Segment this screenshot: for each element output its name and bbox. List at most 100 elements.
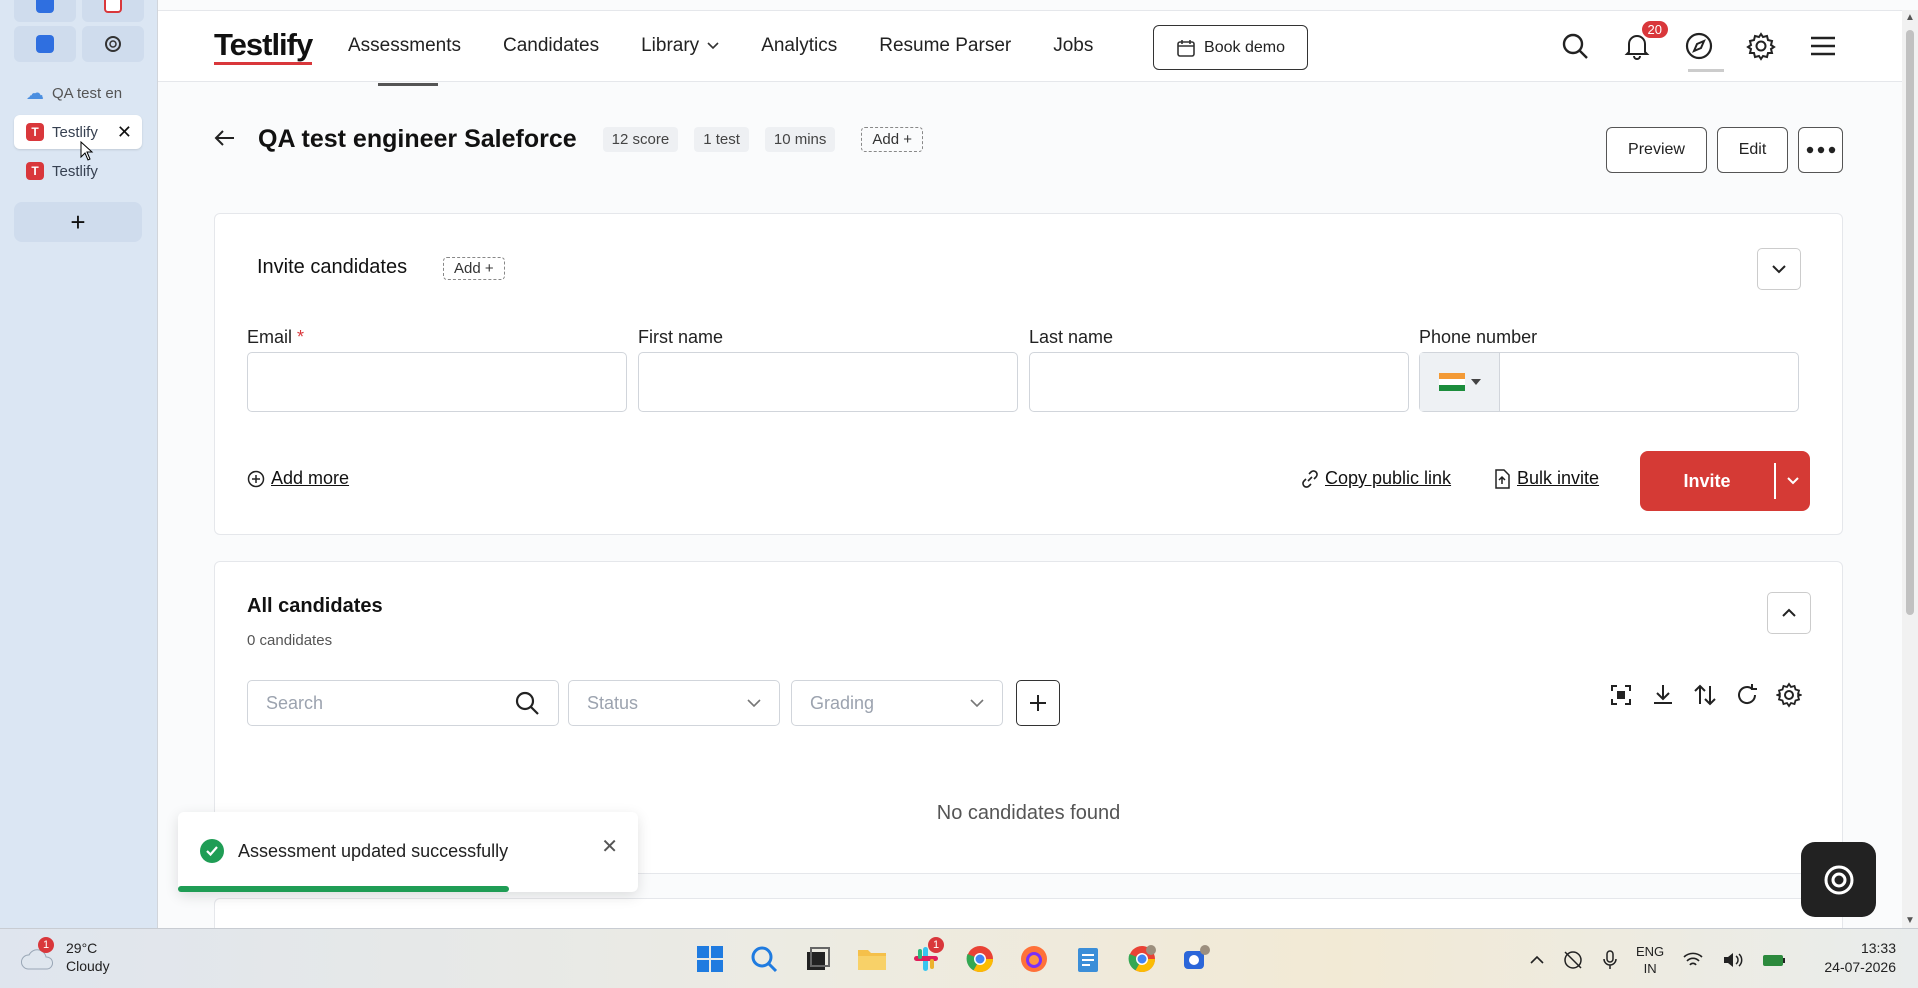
clock[interactable]: 13:33 24-07-2026 bbox=[1824, 939, 1896, 977]
chatgpt-icon bbox=[105, 36, 121, 52]
testlify-favicon-icon: T bbox=[26, 123, 44, 141]
nav-jobs[interactable]: Jobs bbox=[1053, 35, 1093, 57]
first-name-field[interactable] bbox=[638, 352, 1018, 412]
preview-button[interactable]: Preview bbox=[1606, 127, 1707, 173]
testlify-logo[interactable]: Testlify bbox=[214, 27, 313, 65]
success-toast: Assessment updated successfully ✕ bbox=[178, 812, 638, 892]
browser-tab-qa-test[interactable]: ☁ QA test en bbox=[14, 76, 142, 110]
edit-button[interactable]: Edit bbox=[1717, 127, 1788, 173]
expand-icon[interactable] bbox=[1608, 682, 1634, 708]
invite-button[interactable]: Invite bbox=[1640, 451, 1810, 511]
browser-tab-testlify[interactable]: T Testlify bbox=[14, 154, 142, 188]
collapse-candidates-button[interactable] bbox=[1767, 592, 1811, 634]
menu-button[interactable] bbox=[1806, 29, 1840, 63]
firefox-app[interactable] bbox=[1014, 939, 1054, 979]
chrome-profile-app[interactable] bbox=[1122, 939, 1162, 979]
collapse-invite-button[interactable] bbox=[1757, 248, 1801, 290]
more-options-button[interactable] bbox=[1798, 127, 1843, 173]
start-button[interactable] bbox=[690, 939, 730, 979]
add-more-label: Add more bbox=[271, 468, 350, 488]
add-filter-button[interactable] bbox=[1016, 680, 1060, 726]
search-placeholder: Search bbox=[266, 692, 324, 713]
pinned-tabs-row-1 bbox=[14, 0, 144, 22]
system-tray: ENG IN bbox=[1530, 943, 1786, 977]
battery-icon[interactable] bbox=[1762, 952, 1786, 968]
status-select[interactable]: Status bbox=[568, 680, 780, 726]
phone-field[interactable] bbox=[1419, 352, 1799, 412]
notepad-app[interactable] bbox=[1068, 939, 1108, 979]
gear-icon[interactable] bbox=[1776, 682, 1802, 708]
lang-bottom: IN bbox=[1643, 961, 1657, 976]
nav-analytics[interactable]: Analytics bbox=[761, 35, 837, 57]
more-horizontal-icon bbox=[1806, 146, 1835, 154]
file-explorer[interactable] bbox=[852, 939, 892, 979]
status-placeholder: Status bbox=[587, 692, 639, 713]
weather-widget[interactable]: 1 29°C Cloudy bbox=[20, 937, 110, 975]
pinned-tab-jira[interactable] bbox=[14, 0, 76, 22]
nav-assessments[interactable]: Assessments bbox=[348, 35, 461, 57]
taskbar-search[interactable] bbox=[744, 939, 784, 979]
calendar-icon bbox=[1177, 39, 1195, 57]
copy-public-link[interactable]: Copy public link bbox=[1301, 468, 1451, 489]
pinned-tab-gmail[interactable] bbox=[82, 0, 144, 22]
wifi-icon[interactable] bbox=[1682, 951, 1704, 969]
slack-app[interactable]: 1 bbox=[906, 937, 946, 979]
settings-button[interactable] bbox=[1744, 29, 1778, 63]
speaker-icon[interactable] bbox=[1722, 951, 1744, 969]
sort-icon[interactable] bbox=[1692, 682, 1718, 708]
close-tab-icon[interactable]: ✕ bbox=[117, 122, 132, 143]
scroll-thumb[interactable] bbox=[1906, 30, 1914, 615]
search-button[interactable] bbox=[1558, 29, 1592, 63]
page-scrollbar[interactable]: ▲ ▼ bbox=[1902, 10, 1918, 928]
candidate-table-tools bbox=[1608, 682, 1802, 708]
download-icon[interactable] bbox=[1650, 682, 1676, 708]
scroll-down-arrow-icon[interactable]: ▼ bbox=[1905, 915, 1915, 926]
new-tab-button[interactable]: + bbox=[14, 202, 142, 242]
explore-button[interactable] bbox=[1682, 29, 1716, 63]
help-chat-button[interactable] bbox=[1801, 842, 1876, 917]
book-demo-button[interactable]: Book demo bbox=[1153, 25, 1308, 70]
add-tag-button[interactable]: Add + bbox=[861, 127, 924, 152]
chrome-app[interactable] bbox=[960, 939, 1000, 979]
network-off-icon[interactable] bbox=[1562, 949, 1584, 971]
refresh-icon[interactable] bbox=[1734, 682, 1760, 708]
notifications-button[interactable]: 20 bbox=[1620, 21, 1668, 63]
copy-public-link-label: Copy public link bbox=[1325, 468, 1452, 488]
grading-select[interactable]: Grading bbox=[791, 680, 1003, 726]
back-arrow-icon[interactable] bbox=[214, 127, 236, 153]
nav-resume-parser[interactable]: Resume Parser bbox=[879, 35, 1011, 57]
microphone-icon[interactable] bbox=[1602, 949, 1618, 971]
pinned-tab-chatgpt[interactable] bbox=[82, 26, 144, 62]
add-more-link[interactable]: Add more bbox=[247, 468, 349, 489]
task-view[interactable] bbox=[798, 939, 838, 979]
jira-icon bbox=[36, 0, 54, 13]
teams-app[interactable] bbox=[1176, 939, 1216, 979]
language-indicator[interactable]: ENG IN bbox=[1636, 943, 1664, 977]
firefox-icon bbox=[1021, 946, 1047, 972]
invite-dropdown-toggle[interactable] bbox=[1774, 463, 1810, 499]
nav-library[interactable]: Library bbox=[641, 35, 719, 57]
windows-taskbar: 1 29°C Cloudy 1 ENG IN 13:33 24-07-2026 bbox=[0, 928, 1918, 988]
help-lifebuoy-icon bbox=[1824, 865, 1853, 894]
first-name-label: First name bbox=[638, 327, 724, 347]
bulk-invite-link[interactable]: Bulk invite bbox=[1493, 468, 1599, 489]
nav-candidates[interactable]: Candidates bbox=[503, 35, 599, 57]
weather-text: 29°C Cloudy bbox=[66, 939, 110, 975]
caret-down-icon bbox=[1470, 379, 1481, 385]
pinned-tab-jira-2[interactable] bbox=[14, 26, 76, 62]
clock-time: 13:33 bbox=[1860, 940, 1896, 956]
chevron-up-icon[interactable] bbox=[1530, 955, 1544, 965]
email-field[interactable] bbox=[247, 352, 627, 412]
email-label: Email * bbox=[247, 327, 304, 348]
invite-add-button[interactable]: Add + bbox=[443, 257, 505, 280]
scroll-up-arrow-icon[interactable]: ▲ bbox=[1905, 12, 1915, 23]
browser-tab-label: QA test en bbox=[52, 84, 122, 102]
toast-message: Assessment updated successfully bbox=[238, 841, 509, 861]
last-name-field[interactable] bbox=[1029, 352, 1409, 412]
browser-tab-testlify-active[interactable]: T Testlify ✕ bbox=[14, 115, 142, 149]
country-code-select[interactable] bbox=[1420, 353, 1500, 411]
toast-close-icon[interactable]: ✕ bbox=[601, 834, 618, 859]
check-circle-icon bbox=[200, 839, 224, 863]
candidate-search-input[interactable]: Search bbox=[247, 680, 559, 726]
taskbar-apps: 1 bbox=[690, 937, 1216, 979]
